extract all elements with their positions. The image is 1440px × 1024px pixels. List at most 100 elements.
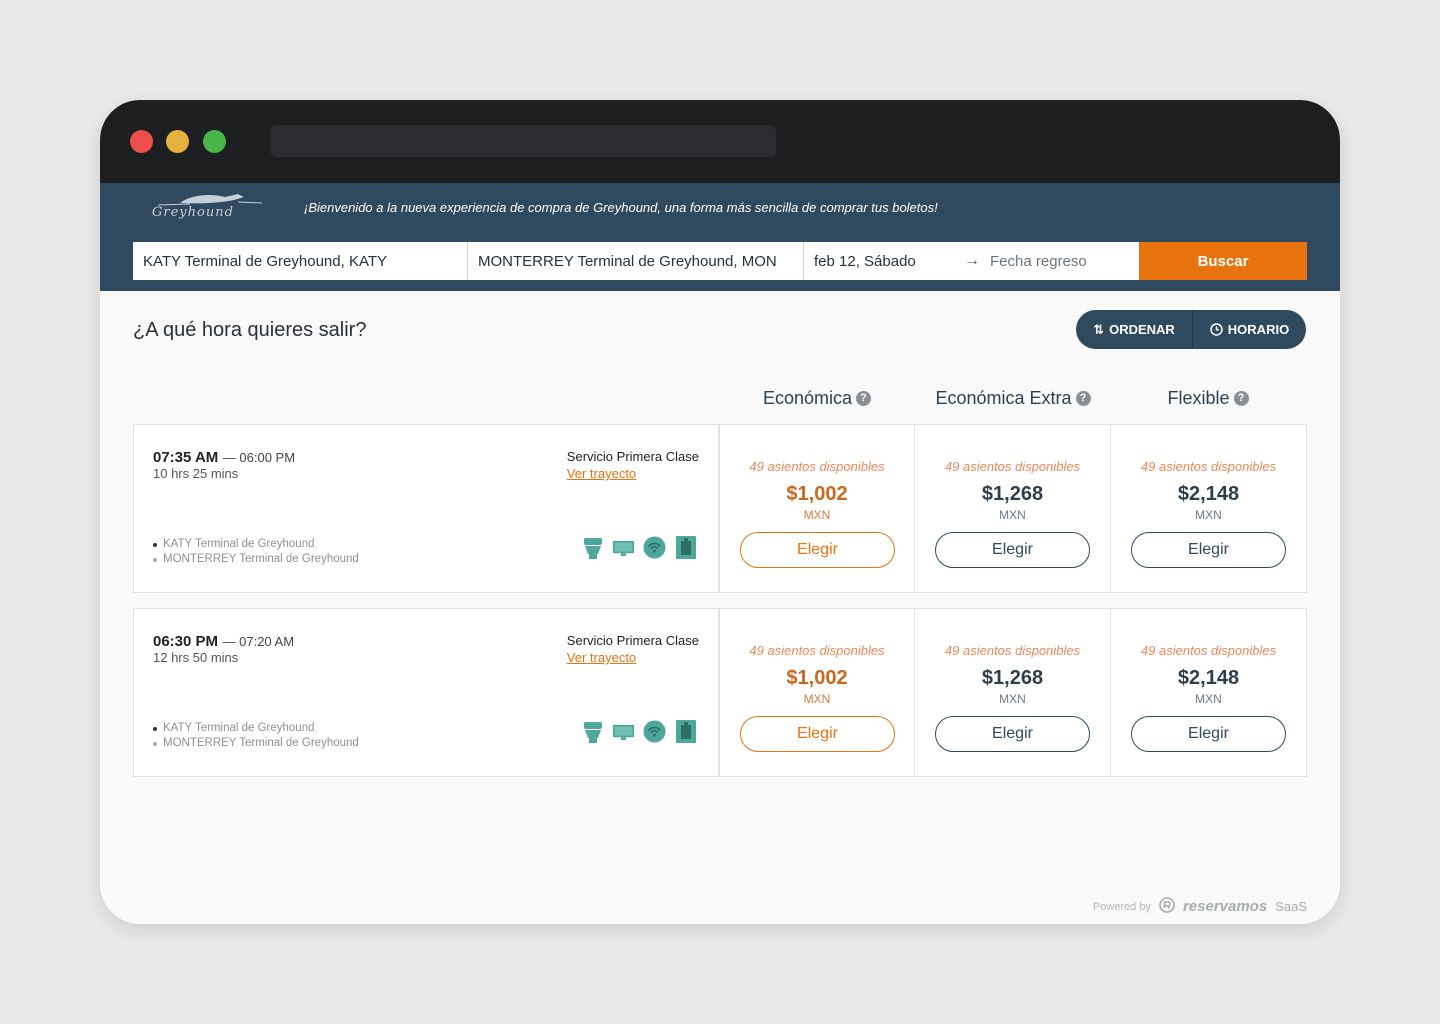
fare-flexible: 49 asientos disponibles $2,148 MXN Elegi…	[1111, 608, 1307, 777]
column-title: Flexible	[1167, 388, 1230, 408]
origin-stop-name: KATY Terminal de Greyhound	[163, 722, 315, 734]
schedule-button[interactable]: HORARIO	[1193, 310, 1306, 349]
return-date-input[interactable]: Fecha regreso	[990, 253, 1087, 270]
fare-currency: MXN	[1195, 692, 1222, 706]
browser-window: Greyhound ¡Bienvenido a la nueva experie…	[100, 100, 1340, 924]
origin-stop-name: KATY Terminal de Greyhound	[163, 538, 315, 550]
choose-fare-button[interactable]: Elegir	[740, 532, 895, 568]
seats-available: 49 asientos disponibles	[944, 643, 1081, 658]
brand-wordmark: reservamos	[1182, 898, 1268, 915]
sort-controls: ⇅ ORDENAR HORARIO	[1076, 310, 1306, 349]
fare-economica: 49 asientos disponibles $1,002 MXN Elegi…	[719, 424, 915, 593]
amenities	[581, 535, 697, 560]
screen-icon	[612, 719, 635, 744]
fare-currency: MXN	[999, 508, 1026, 522]
origin-dot-icon	[153, 542, 157, 547]
search-button[interactable]: Buscar	[1139, 242, 1307, 280]
fare-price: $1,002	[786, 667, 848, 689]
trip-stops: KATY Terminal de Greyhound MONTERREY Ter…	[153, 537, 359, 567]
powered-by-footer: Powered by reservamos SaaS	[1093, 897, 1307, 916]
fare-flexible: 49 asientos disponibles $2,148 MXN Elegi…	[1111, 424, 1307, 593]
wifi-icon	[643, 535, 666, 560]
choose-fare-button[interactable]: Elegir	[935, 716, 1090, 752]
outlet-icon	[674, 719, 697, 744]
fare-column-header-economica: Económica?	[719, 388, 915, 409]
wifi-icon	[643, 719, 666, 744]
fare-currency: MXN	[803, 692, 831, 706]
destination-stop: MONTERREY Terminal de Greyhound	[153, 552, 359, 567]
trip-info: 07:35 AM — 06:00 PM 10 hrs 25 mins Servi…	[133, 424, 719, 593]
choose-fare-button[interactable]: Elegir	[935, 532, 1090, 568]
destination-stop-name: MONTERREY Terminal de Greyhound	[163, 737, 359, 749]
minimize-window-button[interactable]	[166, 130, 189, 153]
seats-available: 49 asientos disponibles	[1140, 643, 1277, 658]
fare-column-header-economica-extra: Económica Extra?	[915, 388, 1111, 409]
toilet-icon	[581, 719, 604, 744]
choose-fare-button[interactable]: Elegir	[740, 716, 895, 752]
screen-icon	[612, 535, 635, 560]
origin-input[interactable]: KATY Terminal de Greyhound, KATY	[133, 242, 468, 280]
seats-available: 49 asientos disponibles	[1140, 459, 1277, 474]
search-bar: KATY Terminal de Greyhound, KATY MONTERR…	[133, 242, 1307, 280]
view-route-link[interactable]: Ver trayecto	[567, 650, 699, 665]
time-separator: —	[222, 634, 240, 649]
close-window-button[interactable]	[130, 130, 153, 153]
fare-price: $1,268	[981, 483, 1044, 505]
seats-available: 49 asientos disponibles	[749, 459, 885, 474]
trip-times: 07:35 AM — 06:00 PM	[153, 449, 295, 467]
trip-stops: KATY Terminal de Greyhound MONTERREY Ter…	[153, 721, 359, 751]
origin-dot-icon	[153, 726, 157, 731]
date-field-group: feb 12, Sábado → Fecha regreso	[804, 242, 1139, 280]
arrow-right-icon: →	[964, 252, 980, 269]
seats-available: 49 asientos disponibles	[749, 643, 885, 658]
trip-duration: 12 hrs 50 mins	[153, 650, 239, 665]
amenities	[581, 719, 697, 744]
fare-currency: MXN	[999, 692, 1026, 706]
arrival-time: 07:20 AM	[239, 634, 295, 649]
trip-times: 06:30 PM — 07:20 AM	[153, 633, 294, 651]
seats-available: 49 asientos disponibles	[944, 459, 1081, 474]
window-titlebar	[100, 100, 1340, 183]
sort-button[interactable]: ⇅ ORDENAR	[1076, 310, 1193, 349]
choose-fare-button[interactable]: Elegir	[1131, 532, 1286, 568]
powered-by-label: Powered by	[1092, 900, 1151, 913]
greyhound-logo[interactable]: Greyhound	[150, 191, 265, 225]
destination-stop-name: MONTERREY Terminal de Greyhound	[163, 553, 359, 565]
results-area: ¿A qué hora quieres salir? ⇅ ORDENAR HOR…	[100, 291, 1340, 924]
fare-currency: MXN	[1195, 508, 1222, 522]
service-class: Servicio Primera Clase Ver trayecto	[567, 449, 699, 481]
time-separator: —	[222, 450, 240, 465]
fare-economica-extra: 49 asientos disponibles $1,268 MXN Elegi…	[915, 608, 1111, 777]
destination-input[interactable]: MONTERREY Terminal de Greyhound, MON	[468, 242, 804, 280]
help-icon[interactable]: ?	[856, 391, 872, 406]
help-icon[interactable]: ?	[1075, 391, 1091, 406]
service-label: Servicio Primera Clase	[566, 633, 699, 648]
sort-label: ORDENAR	[1109, 322, 1175, 337]
destination-pin-icon	[153, 557, 157, 562]
logo-wordmark: Greyhound	[152, 205, 234, 220]
fare-price: $1,268	[981, 667, 1044, 689]
column-title: Económica	[762, 388, 853, 408]
departure-time: 06:30 PM	[153, 633, 219, 650]
fare-economica: 49 asientos disponibles $1,002 MXN Elegi…	[719, 608, 915, 777]
fare-price: $2,148	[1177, 667, 1240, 689]
fare-price: $2,148	[1177, 483, 1240, 505]
welcome-message: ¡Bienvenido a la nueva experiencia de co…	[304, 200, 938, 215]
destination-pin-icon	[153, 741, 157, 746]
view-route-link[interactable]: Ver trayecto	[567, 466, 699, 481]
clock-icon	[1210, 323, 1223, 336]
service-class: Servicio Primera Clase Ver trayecto	[567, 633, 699, 665]
origin-stop: KATY Terminal de Greyhound	[153, 537, 359, 552]
toilet-icon	[581, 535, 604, 560]
fare-price: $1,002	[786, 483, 848, 505]
help-icon[interactable]: ?	[1233, 391, 1249, 406]
brand-suffix: SaaS	[1275, 899, 1307, 914]
arrival-time: 06:00 PM	[239, 450, 296, 465]
choose-fare-button[interactable]: Elegir	[1131, 716, 1286, 752]
departure-date-input[interactable]: feb 12, Sábado	[814, 253, 964, 270]
fare-column-header-flexible: Flexible?	[1110, 388, 1306, 409]
destination-stop: MONTERREY Terminal de Greyhound	[153, 736, 359, 751]
address-bar[interactable]	[270, 125, 776, 157]
sort-arrows-icon: ⇅	[1093, 321, 1105, 337]
maximize-window-button[interactable]	[203, 130, 226, 153]
